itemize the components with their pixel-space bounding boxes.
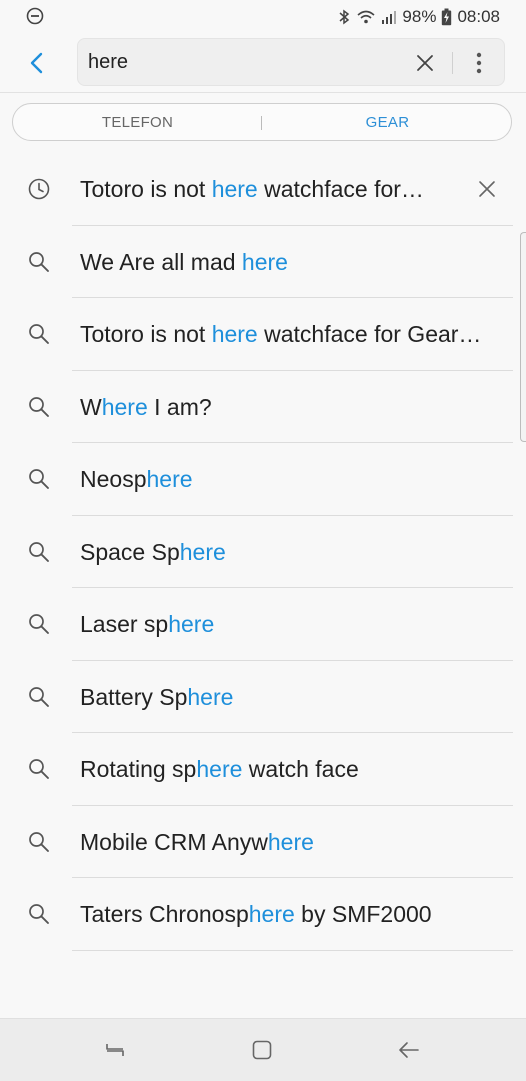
result-row[interactable]: Mobile CRM Anywhere xyxy=(0,806,526,878)
close-icon xyxy=(417,55,433,71)
result-text: Neosphere xyxy=(80,465,193,493)
tab-switcher: TELEFON GEAR xyxy=(12,103,512,141)
result-row[interactable]: Laser sphere xyxy=(0,588,526,661)
search-icon xyxy=(27,467,51,491)
search-icon xyxy=(27,757,51,781)
nav-back-button[interactable] xyxy=(394,1035,424,1065)
search-icon xyxy=(27,830,51,854)
text-before-match: W xyxy=(80,393,102,420)
result-row[interactable]: Rotating sphere watch face xyxy=(0,733,526,806)
tab-separator xyxy=(261,116,262,130)
result-text: Taters Chronosphere by SMF2000 xyxy=(80,900,432,928)
tab-gear[interactable]: GEAR xyxy=(263,104,512,140)
back-button[interactable] xyxy=(20,44,54,82)
text-after-match: by SMF2000 xyxy=(294,901,432,927)
text-before-match: Space Sp xyxy=(80,538,180,565)
match-highlight: here xyxy=(211,176,258,202)
text-before-match: Rotating sp xyxy=(80,756,197,782)
scrollbar[interactable] xyxy=(520,232,526,442)
text-after-match: watchface for Gear… xyxy=(257,321,482,347)
text-before-match: Neosp xyxy=(80,466,147,492)
text-before-match: Totoro is not xyxy=(80,176,212,202)
result-text: Laser sphere xyxy=(80,610,214,638)
match-highlight: here xyxy=(179,538,226,565)
text-before-match: Totoro is not xyxy=(80,321,212,347)
home-button[interactable] xyxy=(247,1035,277,1065)
match-highlight: here xyxy=(248,901,295,927)
battery-charging-icon xyxy=(441,8,452,26)
result-text: Where I am? xyxy=(80,393,212,421)
more-options-button[interactable] xyxy=(466,47,492,79)
text-before-match: Taters Chronosp xyxy=(80,901,249,927)
text-after-match: watchface for… xyxy=(257,176,424,202)
search-icon xyxy=(27,395,51,419)
wifi-icon xyxy=(356,9,376,25)
text-before-match: Battery Sp xyxy=(80,683,188,710)
recent-apps-icon xyxy=(106,1044,124,1056)
close-icon xyxy=(479,181,495,197)
result-row[interactable]: Totoro is not here watchface for… xyxy=(0,153,526,226)
search-input[interactable] xyxy=(88,48,388,76)
match-highlight: here xyxy=(196,756,243,782)
tab-telefon[interactable]: TELEFON xyxy=(13,104,262,140)
text-before-match: Laser sp xyxy=(80,611,169,637)
text-before-match: Mobile CRM Anyw xyxy=(80,828,268,855)
navigation-bar xyxy=(0,1018,526,1081)
match-highlight: here xyxy=(267,828,314,855)
match-highlight: here xyxy=(101,393,148,420)
result-text: Totoro is not here watchface for… xyxy=(80,175,424,203)
row-divider xyxy=(72,949,513,951)
battery-percent: 98% xyxy=(402,7,437,26)
chevron-left-icon xyxy=(30,52,43,74)
result-text: Totoro is not here watchface for Gear… xyxy=(80,320,481,348)
search-icon xyxy=(27,902,51,926)
text-before-match: We Are all mad xyxy=(80,248,242,275)
result-row[interactable]: Space Sphere xyxy=(0,516,526,588)
text-after-match: I am? xyxy=(147,393,212,420)
remove-history-button[interactable] xyxy=(474,175,500,203)
search-icon xyxy=(27,685,51,709)
match-highlight: here xyxy=(146,466,193,492)
back-arrow-icon xyxy=(399,1042,419,1058)
home-icon xyxy=(252,1040,272,1060)
result-text: We Are all mad here xyxy=(80,248,288,276)
recent-apps-button[interactable] xyxy=(100,1035,130,1065)
clock: 08:08 xyxy=(457,7,500,26)
result-row[interactable]: Neosphere xyxy=(0,443,526,516)
result-row[interactable]: We Are all mad here xyxy=(0,226,526,298)
match-highlight: here xyxy=(168,611,215,637)
result-text: Rotating sphere watch face xyxy=(80,755,359,783)
match-highlight: here xyxy=(211,321,258,347)
history-clock-icon xyxy=(27,177,51,201)
result-row[interactable]: Battery Sphere xyxy=(0,661,526,733)
match-highlight: here xyxy=(241,248,288,275)
result-row[interactable]: Taters Chronosphere by SMF2000 xyxy=(0,878,526,951)
bluetooth-icon xyxy=(337,8,351,26)
more-vert-icon xyxy=(476,52,482,74)
match-highlight: here xyxy=(187,683,234,710)
result-row[interactable]: Where I am? xyxy=(0,371,526,443)
results-list: Totoro is not here watchface for… We Are … xyxy=(0,153,526,951)
result-text: Battery Sphere xyxy=(80,683,233,711)
search-divider xyxy=(452,52,453,74)
status-bar: 98% 08:08 xyxy=(0,0,526,34)
status-indicators: 98% 08:08 xyxy=(337,5,500,29)
result-text: Space Sphere xyxy=(80,538,226,566)
dnd-icon xyxy=(26,7,44,25)
search-icon xyxy=(27,540,51,564)
search-header xyxy=(0,34,526,93)
search-icon xyxy=(27,612,51,636)
result-row[interactable]: Totoro is not here watchface for Gear… xyxy=(0,298,526,371)
search-icon xyxy=(27,322,51,346)
text-after-match: watch face xyxy=(242,756,359,782)
clear-search-button[interactable] xyxy=(410,48,440,78)
search-box xyxy=(77,38,505,86)
result-text: Mobile CRM Anywhere xyxy=(80,828,314,856)
signal-icon xyxy=(381,9,397,25)
search-icon xyxy=(27,250,51,274)
